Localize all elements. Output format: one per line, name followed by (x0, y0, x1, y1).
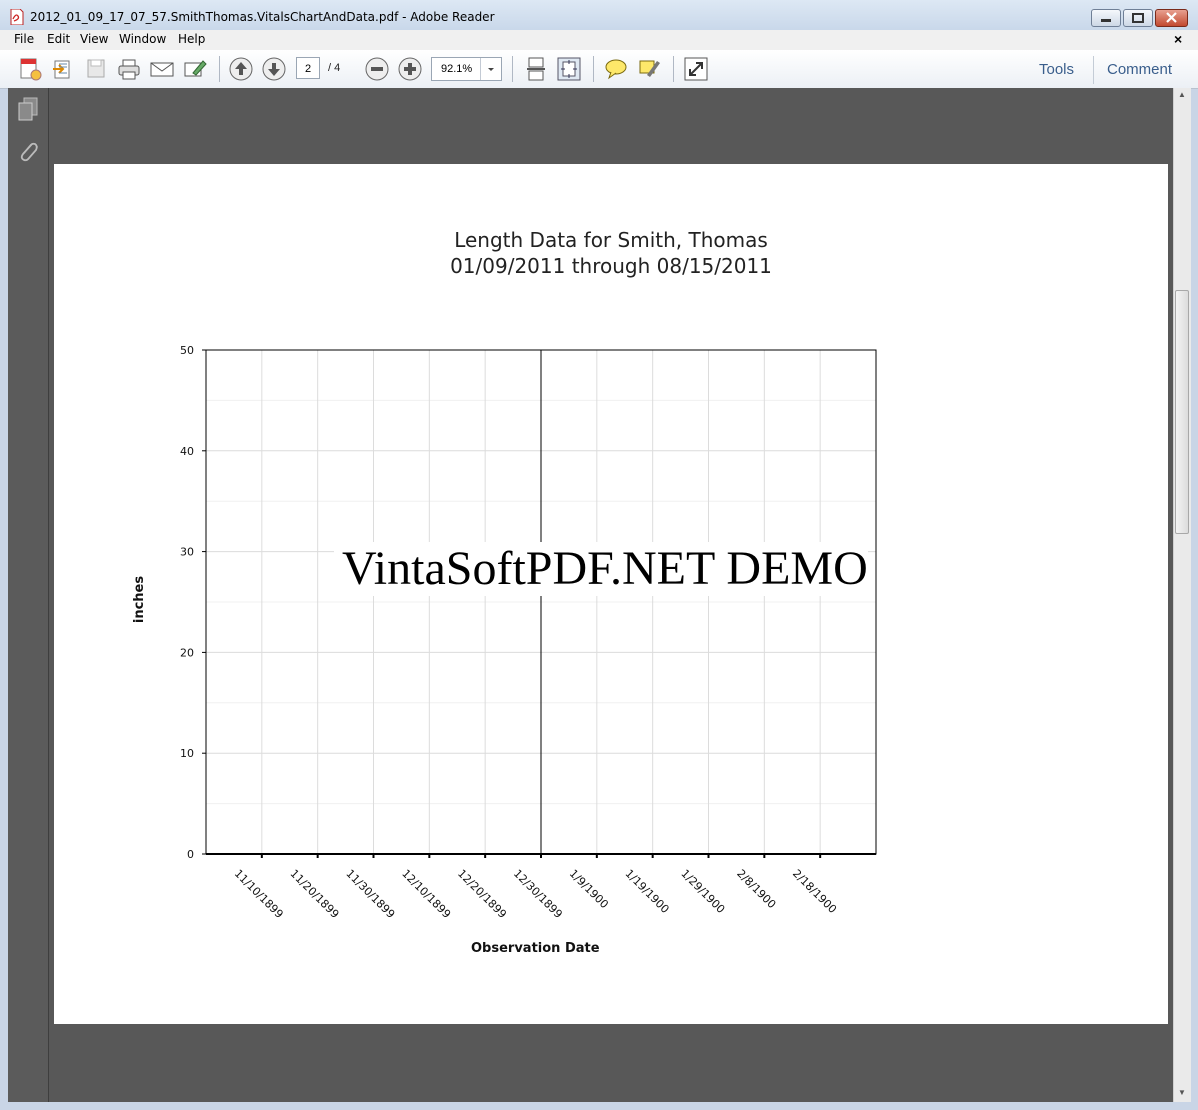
zoom-out-icon[interactable] (363, 55, 391, 83)
toolbar-separator (673, 56, 674, 82)
demo-watermark: VintaSoftPDF.NET DEMO (334, 542, 868, 596)
x-tick-label: 1/29/1900 (678, 867, 727, 916)
x-tick-label: 2/8/1900 (734, 867, 778, 911)
toolbar-separator (593, 56, 594, 82)
previous-page-icon[interactable] (227, 55, 255, 83)
y-tick-label: 0 (187, 848, 194, 861)
zoom-value: 92.1% (441, 63, 473, 75)
zoom-select[interactable]: 92.1% (431, 57, 502, 81)
close-document-icon[interactable]: × (1174, 31, 1182, 47)
toolbar (0, 50, 1198, 89)
minimize-icon (1101, 19, 1111, 22)
combine-files-icon[interactable] (49, 55, 77, 83)
close-icon (1166, 12, 1177, 23)
pdf-file-icon (10, 9, 24, 25)
next-page-icon[interactable] (260, 55, 288, 83)
x-tick-label: 11/10/1899 (232, 867, 286, 921)
window-title: 2012_01_09_17_07_57.SmithThomas.VitalsCh… (30, 10, 495, 24)
save-icon[interactable] (82, 55, 110, 83)
close-window-button[interactable] (1155, 9, 1188, 27)
zoom-dropdown-button[interactable] (480, 58, 501, 80)
chevron-down-icon (488, 68, 494, 71)
toolbar-separator (512, 56, 513, 82)
tools-pane-button[interactable]: Tools (1039, 61, 1074, 78)
scrolling-mode-icon[interactable] (522, 55, 550, 83)
page-number-input[interactable]: 2 (296, 57, 320, 79)
edit-document-icon[interactable] (181, 55, 209, 83)
x-tick-label: 12/10/1899 (399, 867, 453, 921)
menu-file[interactable]: File (14, 32, 34, 46)
title-bar: 2012_01_09_17_07_57.SmithThomas.VitalsCh… (0, 0, 1198, 30)
y-axis-title: inches (132, 575, 148, 624)
attachments-icon[interactable] (16, 138, 40, 164)
x-tick-label: 12/30/1899 (511, 867, 565, 921)
y-tick-label: 50 (180, 344, 194, 357)
menu-edit[interactable]: Edit (47, 32, 70, 46)
vertical-scrollbar[interactable]: ▲ ▼ (1173, 88, 1191, 1102)
print-icon[interactable] (115, 55, 143, 83)
toolbar-separator (219, 56, 220, 82)
scrollbar-thumb[interactable] (1175, 290, 1189, 534)
pdf-page: Length Data for Smith, Thomas 01/09/2011… (54, 164, 1168, 1024)
sticky-note-icon[interactable] (602, 55, 630, 83)
x-tick-label: 12/20/1899 (455, 867, 509, 921)
scroll-up-icon[interactable]: ▲ (1178, 90, 1186, 99)
menu-window[interactable]: Window (119, 32, 166, 46)
zoom-in-icon[interactable] (396, 55, 424, 83)
page-thumbnails-icon[interactable] (16, 96, 40, 122)
email-icon[interactable] (148, 55, 176, 83)
full-screen-icon[interactable] (682, 55, 710, 83)
highlight-text-icon[interactable] (635, 55, 663, 83)
menu-bar: File Edit View Window Help × (0, 30, 1198, 50)
x-tick-label: 11/30/1899 (343, 867, 397, 921)
toolbar-separator (1093, 56, 1094, 84)
menu-help[interactable]: Help (178, 32, 205, 46)
x-tick-label: 1/19/1900 (623, 867, 672, 916)
x-tick-label: 11/20/1899 (288, 867, 342, 921)
x-tick-label: 1/9/1900 (567, 867, 611, 911)
menu-view[interactable]: View (80, 32, 108, 46)
minimize-button[interactable] (1091, 9, 1121, 27)
x-tick-label: 2/18/1900 (790, 867, 839, 916)
app-window: 2012_01_09_17_07_57.SmithThomas.VitalsCh… (0, 0, 1198, 1110)
y-tick-label: 30 (180, 546, 194, 559)
scroll-down-icon[interactable]: ▼ (1178, 1088, 1186, 1097)
create-pdf-icon[interactable] (16, 55, 44, 83)
y-tick-label: 20 (180, 646, 194, 659)
fit-page-icon[interactable] (555, 55, 583, 83)
y-tick-label: 40 (180, 445, 194, 458)
y-tick-label: 10 (180, 747, 194, 760)
restore-icon (1132, 13, 1144, 23)
navigation-pane (8, 88, 49, 1102)
comment-pane-button[interactable]: Comment (1107, 61, 1172, 78)
restore-button[interactable] (1123, 9, 1153, 27)
x-axis-title: Observation Date (471, 941, 600, 956)
page-total: / 4 (328, 62, 341, 74)
